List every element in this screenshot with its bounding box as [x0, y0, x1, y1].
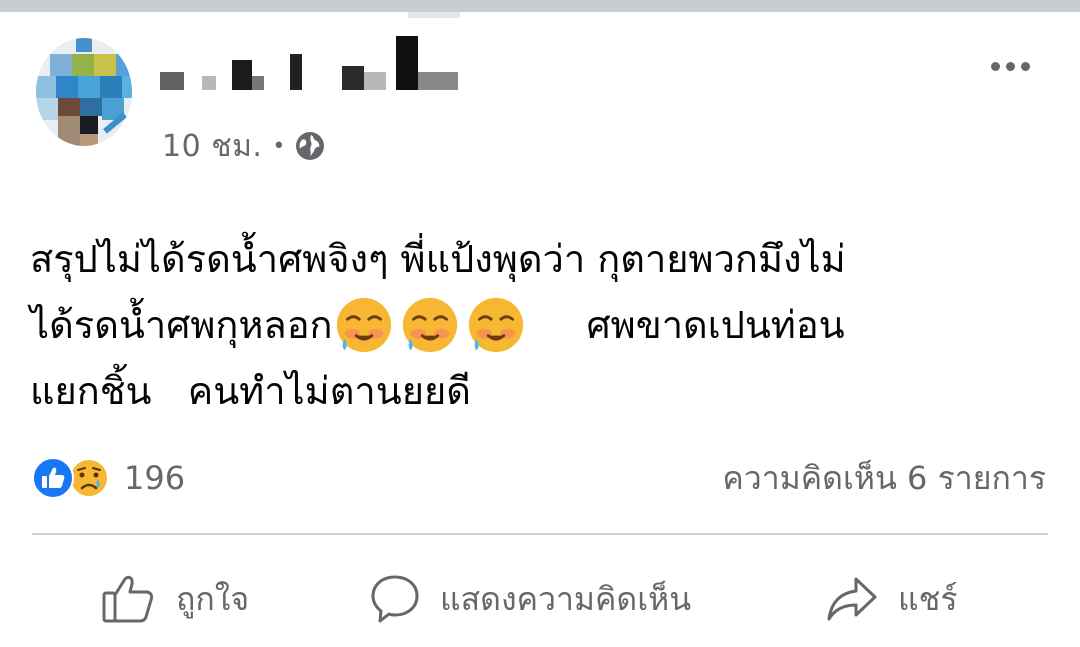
crying-face-emoji: [468, 297, 523, 353]
post-text-line-2-text: ได้รดน้ำศพกุหลอก: [30, 303, 333, 347]
meta-separator: •: [272, 133, 286, 159]
post-actions: ถูกใจ แสดงความคิดเห็น แชร์: [0, 560, 1080, 638]
like-button[interactable]: ถูกใจ: [100, 560, 249, 638]
share-button-label: แชร์: [898, 579, 958, 618]
reaction-summary[interactable]: 196: [32, 456, 185, 500]
sad-reaction-icon: [69, 458, 109, 498]
comment-button-label: แสดงความคิดเห็น: [440, 579, 692, 618]
thumbs-up-icon: [102, 575, 154, 623]
post-time[interactable]: 10 ชม.: [162, 123, 262, 170]
globe-icon[interactable]: [294, 130, 326, 162]
comments-count-link[interactable]: ความคิดเห็น 6 รายการ: [722, 456, 1046, 500]
comment-bubble-icon: [371, 575, 419, 623]
like-button-label: ถูกใจ: [176, 579, 250, 618]
reaction-count: 196: [124, 459, 186, 497]
crying-face-emoji: [336, 297, 391, 353]
post-meta: 10 ชม. •: [162, 124, 326, 168]
post-text-line-2: ได้รดน้ำศพกุหลอก ศพขาดเปนท่อน: [30, 292, 1040, 358]
more-dots-icon: [990, 61, 1000, 71]
author-avatar[interactable]: [36, 38, 132, 146]
top-notch: [408, 12, 460, 18]
share-arrow-icon: [827, 577, 877, 621]
post-text: สรุปไม่ได้รดน้ำศพจิงๆ พี่แป้งพุดว่า กุตา…: [30, 226, 1040, 424]
post-text-line-3: แยกชิ้น คนทำไม่ตานยยดี: [30, 358, 1040, 424]
like-reaction-icon: [32, 457, 74, 499]
more-options-button[interactable]: [978, 48, 1042, 84]
post-text-line-2-tail: ศพขาดเปนท่อน: [586, 303, 845, 347]
author-name[interactable]: [150, 36, 470, 96]
share-button[interactable]: แชร์: [826, 560, 958, 638]
crying-face-emoji: [402, 297, 457, 353]
post-text-line-1: สรุปไม่ได้รดน้ำศพจิงๆ พี่แป้งพุดว่า กุตา…: [30, 226, 1040, 292]
comment-button[interactable]: แสดงความคิดเห็น: [370, 560, 691, 638]
post-text-line-3-text: แยกชิ้น คนทำไม่ตานยยดี: [30, 369, 471, 413]
top-strip: [0, 0, 1080, 18]
post-text-line-1-text: สรุปไม่ได้รดน้ำศพจิงๆ พี่แป้งพุดว่า กุตา…: [30, 237, 846, 281]
action-divider: [32, 533, 1048, 535]
